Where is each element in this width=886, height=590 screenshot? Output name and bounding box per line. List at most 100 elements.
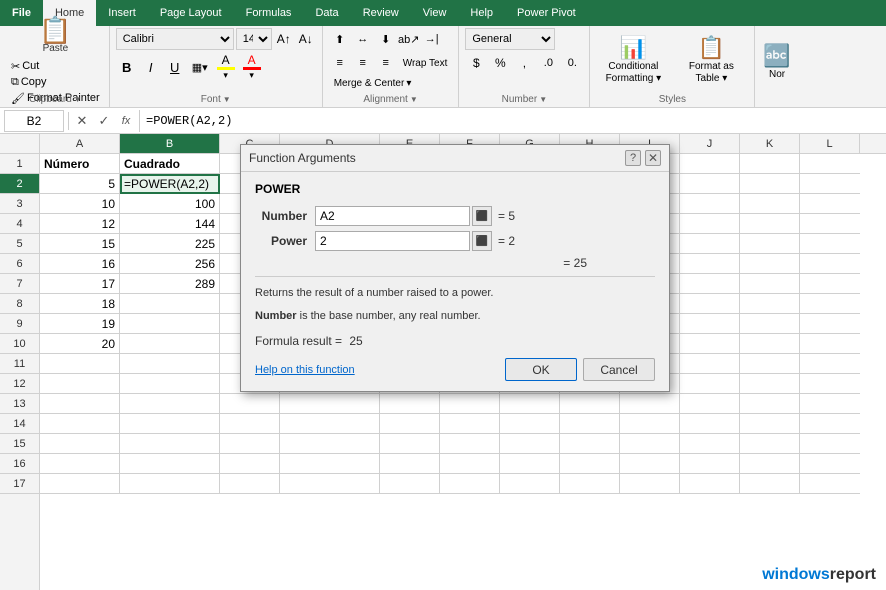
cell-a2[interactable]: 5 [40,174,120,194]
cell-a3[interactable]: 10 [40,194,120,214]
row-header-15[interactable]: 15 [0,434,39,454]
cell-j4[interactable] [680,214,740,234]
decrease-decimal-button[interactable]: 0. [561,52,583,74]
cell-l3[interactable] [800,194,860,214]
cell-l8[interactable] [800,294,860,314]
accounting-button[interactable]: $ [465,52,487,74]
row-header-7[interactable]: 7 [0,274,39,294]
cell-j8[interactable] [680,294,740,314]
dialog-close-button[interactable]: ✕ [645,150,661,166]
cell-k8[interactable] [740,294,800,314]
align-left-button[interactable]: ≡ [329,52,351,74]
font-color-button[interactable]: A ▾ [240,52,264,82]
tab-help[interactable]: Help [458,0,505,26]
cell-b7[interactable]: 289 [120,274,220,294]
cell-b5[interactable]: 225 [120,234,220,254]
orientation-button[interactable]: ab↗ [398,28,420,50]
cell-b1[interactable]: Cuadrado [120,154,220,174]
align-bottom-button[interactable]: ⬇ [375,28,397,50]
cell-k9[interactable] [740,314,800,334]
paste-button[interactable]: 📋 Paste [34,14,76,57]
cell-k6[interactable] [740,254,800,274]
wrap-text-button[interactable]: Wrap Text [398,52,453,74]
cell-a7[interactable]: 17 [40,274,120,294]
tab-review[interactable]: Review [351,0,411,26]
insert-function-button[interactable]: fx [117,112,135,130]
row-header-8[interactable]: 8 [0,294,39,314]
row-header-11[interactable]: 11 [0,354,39,374]
cell-j7[interactable] [680,274,740,294]
dialog-arg-collapse-power[interactable]: ⬛ [472,231,492,251]
cell-l10[interactable] [800,334,860,354]
tab-insert[interactable]: Insert [96,0,148,26]
dialog-help-link[interactable]: Help on this function [255,364,355,376]
row-header-17[interactable]: 17 [0,474,39,494]
tab-data[interactable]: Data [303,0,350,26]
cell-k5[interactable] [740,234,800,254]
dialog-arg-input-power[interactable] [315,231,470,251]
function-arguments-dialog[interactable]: Function Arguments ? ✕ POWER Number ⬛ [240,144,670,392]
percent-button[interactable]: % [489,52,511,74]
row-header-3[interactable]: 3 [0,194,39,214]
copy-button[interactable]: ⧉ Copy [8,75,103,90]
cell-b10[interactable] [120,334,220,354]
dialog-arg-input-number[interactable] [315,206,470,226]
cell-l5[interactable] [800,234,860,254]
merge-center-button[interactable]: Merge & Center ▾ [329,76,417,91]
conditional-formatting-button[interactable]: 📊 Conditional Formatting ▾ [596,30,670,90]
row-header-6[interactable]: 6 [0,254,39,274]
cell-k2[interactable] [740,174,800,194]
number-format-select[interactable]: General [465,28,555,50]
increase-font-button[interactable]: A↑ [274,29,294,49]
cut-button[interactable]: ✂ Cut [8,59,103,74]
dialog-cancel-button[interactable]: Cancel [583,358,655,381]
align-center-button[interactable]: ≡ [352,52,374,74]
font-name-select[interactable]: Calibri [116,28,234,50]
tab-view[interactable]: View [411,0,459,26]
dialog-question-button[interactable]: ? [625,150,641,166]
dialog-ok-button[interactable]: OK [505,358,577,381]
cell-k3[interactable] [740,194,800,214]
cell-a6[interactable]: 16 [40,254,120,274]
row-header-16[interactable]: 16 [0,454,39,474]
align-right-button[interactable]: ≡ [375,52,397,74]
col-header-l[interactable]: L [800,134,860,153]
cell-j6[interactable] [680,254,740,274]
col-header-a[interactable]: A [40,134,120,153]
cell-b4[interactable]: 144 [120,214,220,234]
cell-a1[interactable]: Número [40,154,120,174]
cell-l2[interactable] [800,174,860,194]
dialog-arg-collapse-number[interactable]: ⬛ [472,206,492,226]
col-header-b[interactable]: B [120,134,220,153]
cell-j2[interactable] [680,174,740,194]
row-header-10[interactable]: 10 [0,334,39,354]
align-top-button[interactable]: ⬆ [329,28,351,50]
cell-j10[interactable] [680,334,740,354]
cell-k10[interactable] [740,334,800,354]
row-header-14[interactable]: 14 [0,414,39,434]
cell-k1[interactable] [740,154,800,174]
row-header-1[interactable]: 1 [0,154,39,174]
cell-a5[interactable]: 15 [40,234,120,254]
cell-k4[interactable] [740,214,800,234]
col-header-k[interactable]: K [740,134,800,153]
tab-power-pivot[interactable]: Power Pivot [505,0,588,26]
tab-page-layout[interactable]: Page Layout [148,0,234,26]
cell-j5[interactable] [680,234,740,254]
cell-l1[interactable] [800,154,860,174]
cell-l4[interactable] [800,214,860,234]
cell-l6[interactable] [800,254,860,274]
cell-l7[interactable] [800,274,860,294]
cell-a10[interactable]: 20 [40,334,120,354]
cell-a9[interactable]: 19 [40,314,120,334]
row-header-5[interactable]: 5 [0,234,39,254]
tab-formulas[interactable]: Formulas [234,0,304,26]
cell-a8[interactable]: 18 [40,294,120,314]
cell-j3[interactable] [680,194,740,214]
row-header-9[interactable]: 9 [0,314,39,334]
cell-b3[interactable]: 100 [120,194,220,214]
row-header-12[interactable]: 12 [0,374,39,394]
cell-b2[interactable]: =POWER(A2,2) [120,174,220,194]
font-size-select[interactable]: 14 [236,28,272,50]
indent-increase-button[interactable]: →| [421,28,443,50]
